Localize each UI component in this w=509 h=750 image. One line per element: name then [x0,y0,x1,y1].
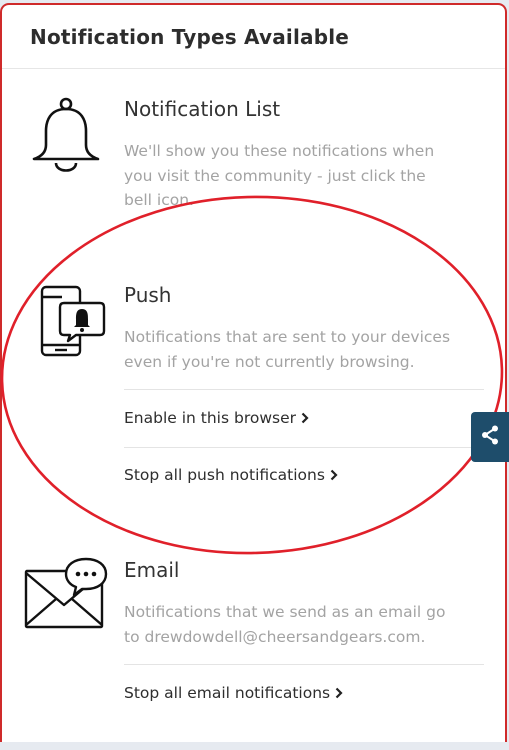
push-divider-2 [124,447,484,448]
stop-email-notifications-link[interactable]: Stop all email notifications [124,684,343,703]
notification-types-card: Notification Types Available Notificatio… [0,3,507,750]
notification-list-title: Notification List [124,97,281,121]
email-title: Email [124,558,180,582]
share-button[interactable] [471,412,509,462]
push-description: Notifications that are sent to your devi… [124,328,451,371]
share-icon [481,425,499,449]
chevron-right-icon [330,467,338,485]
email-divider [124,664,484,665]
mobile-notification-icon [40,285,106,363]
push-title: Push [124,283,172,307]
bell-icon [30,97,102,183]
chevron-right-icon [301,410,309,428]
email-description: Notifications that we send as an email g… [124,603,446,646]
card-title: Notification Types Available [30,25,350,49]
email-chat-icon [24,555,108,635]
notification-list-description: We'll show you these notifications when … [124,142,435,209]
push-divider-1 [124,389,484,390]
enable-push-browser-link[interactable]: Enable in this browser [124,409,309,428]
chevron-right-icon [335,685,343,703]
stop-push-notifications-link[interactable]: Stop all push notifications [124,466,338,485]
page-bottom-edge [0,742,509,750]
